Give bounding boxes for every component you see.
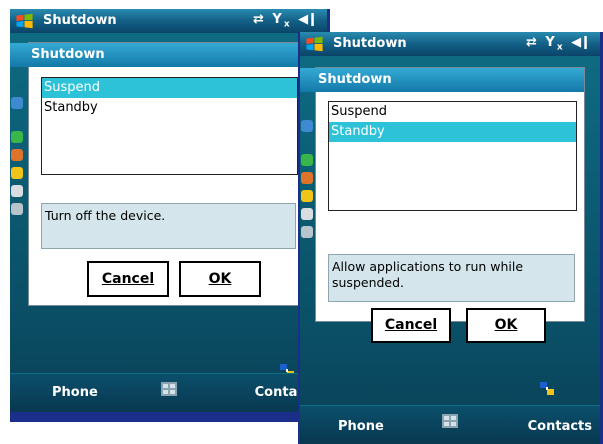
windows-flag-icon[interactable] xyxy=(15,12,34,30)
network-icon[interactable] xyxy=(540,382,554,396)
softkey-phone[interactable]: Phone xyxy=(52,385,98,400)
option-suspend[interactable]: Suspend xyxy=(329,102,576,122)
softkey-phone[interactable]: Phone xyxy=(338,419,384,434)
option-description: Allow applications to run while suspende… xyxy=(328,254,575,302)
window-title: Shutdown xyxy=(333,36,407,51)
today-item-icon xyxy=(11,167,23,179)
dialog-header: Shutdown xyxy=(300,68,584,92)
sync-arrows-icon[interactable]: ⇄ xyxy=(526,35,539,50)
keyboard-icon[interactable] xyxy=(441,413,459,429)
today-item-icon xyxy=(301,226,313,238)
ok-button[interactable]: OK xyxy=(179,261,261,297)
dialog-header: Shutdown xyxy=(10,43,309,67)
today-item-icon xyxy=(301,190,313,202)
today-item-icon xyxy=(301,172,313,184)
today-item-icon xyxy=(301,120,313,132)
shutdown-dialog: Shutdown Suspend Standby Turn off the de… xyxy=(10,42,310,306)
today-item-icon xyxy=(11,131,23,143)
option-standby[interactable]: Standby xyxy=(329,122,576,142)
shutdown-options-list[interactable]: Suspend Standby xyxy=(41,77,298,175)
today-item-icon xyxy=(301,208,313,220)
today-item-icon xyxy=(11,203,23,215)
option-description: Turn off the device. xyxy=(41,203,296,249)
ok-button-label: OK xyxy=(208,271,232,287)
windows-flag-icon[interactable] xyxy=(305,35,324,53)
dialog-title: Shutdown xyxy=(31,47,105,62)
option-standby[interactable]: Standby xyxy=(42,98,297,118)
sync-arrows-icon[interactable]: ⇄ xyxy=(253,12,266,27)
today-item-icon xyxy=(11,97,23,109)
cancel-button-label: Cancel xyxy=(101,271,155,287)
softkey-contacts[interactable]: Contacts xyxy=(528,419,592,434)
ok-button[interactable]: OK xyxy=(466,308,546,343)
status-icons: ⇄ Yx ◀ǀ xyxy=(253,12,317,30)
today-item-icon xyxy=(301,154,313,166)
screen-suspend-selected: Shutdown ⇄ Yx ◀ǀ Shutdown Suspend Standb… xyxy=(10,9,330,422)
shutdown-dialog: Shutdown Suspend Standby Allow applicati… xyxy=(300,67,585,343)
dialog-title: Shutdown xyxy=(318,72,392,87)
speaker-icon[interactable]: ◀ǀ xyxy=(571,35,590,50)
softkey-bar: Phone Contacts xyxy=(10,373,327,412)
today-item-icon xyxy=(11,149,23,161)
option-suspend[interactable]: Suspend xyxy=(42,78,297,98)
window-title: Shutdown xyxy=(43,13,117,28)
cancel-button[interactable]: Cancel xyxy=(87,261,169,297)
ok-button-label: OK xyxy=(494,317,518,333)
status-icons: ⇄ Yx ◀ǀ xyxy=(526,35,590,53)
screen-standby-selected: Shutdown ⇄ Yx ◀ǀ Shutdown Suspend Standb… xyxy=(298,32,603,444)
cancel-button-label: Cancel xyxy=(384,317,438,333)
today-item-icon xyxy=(11,185,23,197)
shutdown-options-list[interactable]: Suspend Standby xyxy=(328,101,577,211)
title-bar: Shutdown ⇄ Yx ◀ǀ xyxy=(300,32,600,56)
keyboard-icon[interactable] xyxy=(160,381,178,397)
no-signal-icon[interactable]: Yx xyxy=(545,35,564,53)
bottom-frame xyxy=(10,412,327,422)
softkey-bar: Phone Contacts xyxy=(300,405,600,444)
no-signal-icon[interactable]: Yx xyxy=(272,12,291,30)
title-bar: Shutdown ⇄ Yx ◀ǀ xyxy=(10,9,327,33)
cancel-button[interactable]: Cancel xyxy=(371,308,451,343)
speaker-icon[interactable]: ◀ǀ xyxy=(298,12,317,27)
